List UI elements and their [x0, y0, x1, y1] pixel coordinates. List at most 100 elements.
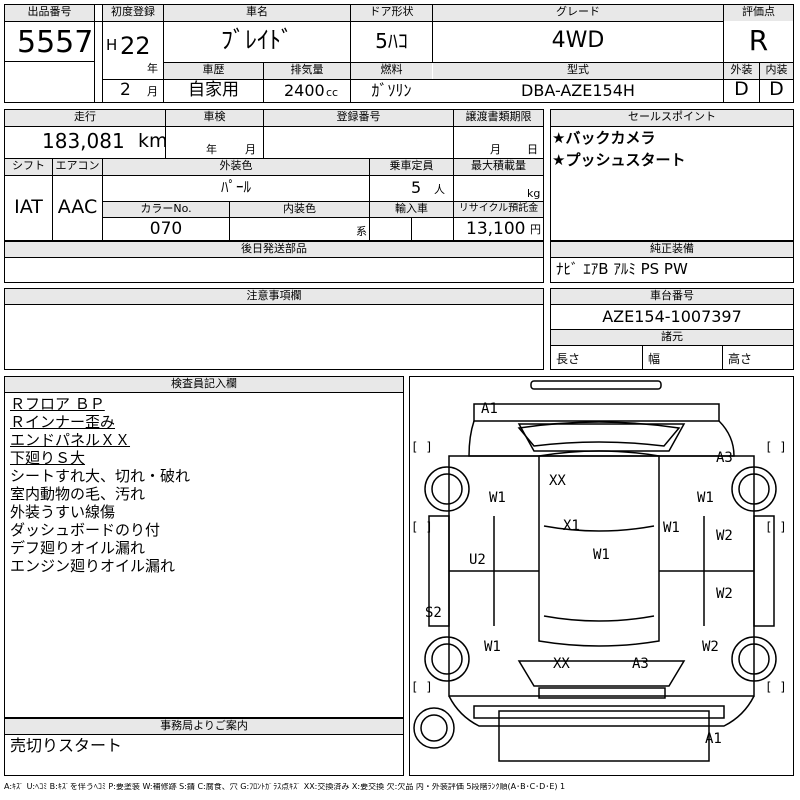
inspector-line: Ｒインナー歪み: [10, 413, 116, 431]
inspector-line: Ｒフロア ＢＰ: [10, 395, 105, 413]
office-text: 売切りスタート: [10, 736, 123, 755]
reg-no-label: 登録番号: [264, 110, 453, 126]
damage-mark: S2: [425, 605, 442, 621]
sales-point-item: ★プッシュスタート: [552, 151, 686, 169]
office-label: 事務局よりご案内: [5, 719, 403, 734]
recycle-label: リサイクル預託金: [454, 202, 543, 217]
recycle-unit: 円: [530, 223, 541, 236]
mileage: 183,081: [42, 129, 125, 153]
ext-color: ﾊﾟｰﾙ: [220, 178, 251, 196]
chassis-number: AZE154-1007397: [602, 307, 742, 326]
bracket-mark: [ ]: [765, 520, 787, 534]
color-no-label: カラーNo.: [103, 202, 229, 217]
grade: 4WD: [551, 28, 605, 53]
inspector-line: 下廻りＳ大: [10, 449, 86, 467]
inspector-line: エンジン廻りオイル漏れ: [10, 557, 176, 575]
displacement-label: 排気量: [264, 63, 350, 79]
damage-mark: W1: [663, 520, 680, 536]
score: R: [748, 24, 769, 57]
history: 自家用: [188, 80, 239, 100]
first-reg-label: 初度登録: [103, 5, 163, 21]
damage-mark: W2: [702, 639, 719, 655]
damage-mark: U2: [469, 552, 486, 568]
dimensions-label: 諸元: [551, 330, 793, 345]
lot-number: 5557: [17, 25, 94, 60]
chassis-label: 車台番号: [551, 289, 793, 304]
transfer-label: 譲渡書類期限: [454, 110, 543, 126]
sales-points-label: セールスポイント: [551, 110, 793, 126]
transfer-day-unit: 日: [527, 143, 538, 156]
inspector-line: ダッシュボードのり付: [10, 521, 161, 539]
bracket-mark: [ ]: [411, 440, 433, 454]
equipment-label: 純正装備: [551, 242, 793, 257]
load-unit: kg: [527, 187, 541, 200]
int-color-label: 内装色: [230, 202, 369, 217]
model-label: 型式: [433, 63, 723, 79]
notes-label: 注意事項欄: [5, 289, 543, 304]
mileage-unit: km: [138, 130, 168, 152]
bracket-mark: [ ]: [765, 680, 787, 694]
inspector-label: 検査員記入欄: [5, 377, 403, 392]
exterior-label: 外装: [724, 63, 759, 79]
inspector-line: 外装うすい線傷: [10, 503, 116, 521]
door-label: ドア形状: [351, 5, 432, 21]
damage-mark: W2: [716, 586, 733, 602]
bracket-mark: [ ]: [411, 520, 433, 534]
color-no: 070: [149, 219, 183, 239]
sales-point-item: ★バックカメラ: [552, 129, 656, 147]
door-type: 5ﾊｺ: [375, 29, 408, 53]
shift: IAT: [14, 196, 43, 218]
car-diagram: [413, 380, 777, 762]
damage-mark: W1: [697, 490, 714, 506]
fuel-label: 燃料: [351, 63, 432, 79]
capacity-label: 乗車定員: [370, 159, 453, 175]
car-name-label: 車名: [164, 5, 350, 21]
interior-grade: D: [769, 78, 784, 100]
inspection-label: 車検: [166, 110, 263, 126]
year-unit: 年: [147, 62, 158, 75]
score-label: 評価点: [724, 5, 793, 21]
reg-year: 22: [120, 32, 151, 60]
grade-label: グレード: [433, 5, 723, 21]
capacity: 5: [411, 178, 422, 197]
month-unit: 月: [147, 85, 158, 98]
recycle: 13,100: [466, 219, 526, 239]
damage-mark: XX: [549, 473, 566, 489]
later-parts-label: 後日発送部品: [5, 242, 543, 257]
inspection-month-unit: 月: [245, 143, 256, 156]
damage-mark: XX: [553, 656, 570, 672]
ac: AAC: [57, 196, 98, 218]
car-name: ﾌﾞﾚｲﾄﾞ: [221, 26, 293, 54]
inspector-line: シートすれ大、切れ・破れ: [10, 467, 191, 485]
legend: A:ｷｽﾞ U:ﾍｺﾐ B:ｷｽﾞを伴うﾍｺﾐ P:要塗装 W:補修跡 S:錆 …: [4, 783, 566, 791]
width-label: 幅: [648, 352, 661, 366]
reg-month: 2: [120, 80, 131, 100]
damage-mark: X1: [563, 518, 580, 534]
inspector-line: 室内動物の毛、汚れ: [10, 485, 146, 503]
inspector-line: デフ廻りオイル漏れ: [10, 539, 146, 557]
damage-mark: A1: [705, 731, 722, 747]
import-label: 輸入車: [370, 202, 453, 217]
bracket-mark: [ ]: [411, 680, 433, 694]
capacity-unit: 人: [434, 183, 445, 196]
mileage-label: 走行: [5, 110, 165, 126]
model: DBA-AZE154H: [521, 81, 635, 100]
damage-mark: A3: [716, 450, 733, 466]
lot-label: 出品番号: [5, 5, 94, 21]
transfer-month-unit: 月: [490, 143, 501, 156]
era: H: [106, 36, 118, 54]
damage-mark: W1: [484, 639, 501, 655]
interior-label: 内装: [760, 63, 793, 79]
inspector-line: エンドパネルＸＸ: [10, 431, 131, 449]
int-color-unit: 系: [356, 225, 367, 238]
equipment-value: ﾅﾋﾞ ｴｱB ｱﾙﾐ PS PW: [556, 260, 688, 278]
ac-label: エアコン: [53, 159, 102, 175]
damage-mark: W1: [593, 547, 610, 563]
load-label: 最大積載量: [454, 159, 543, 175]
inspection-year-unit: 年: [206, 143, 217, 156]
damage-mark: A1: [481, 401, 498, 417]
bracket-mark: [ ]: [765, 440, 787, 454]
ext-color-label: 外装色: [103, 159, 369, 175]
height-label: 高さ: [728, 352, 753, 366]
displacement: 2400: [284, 81, 325, 100]
